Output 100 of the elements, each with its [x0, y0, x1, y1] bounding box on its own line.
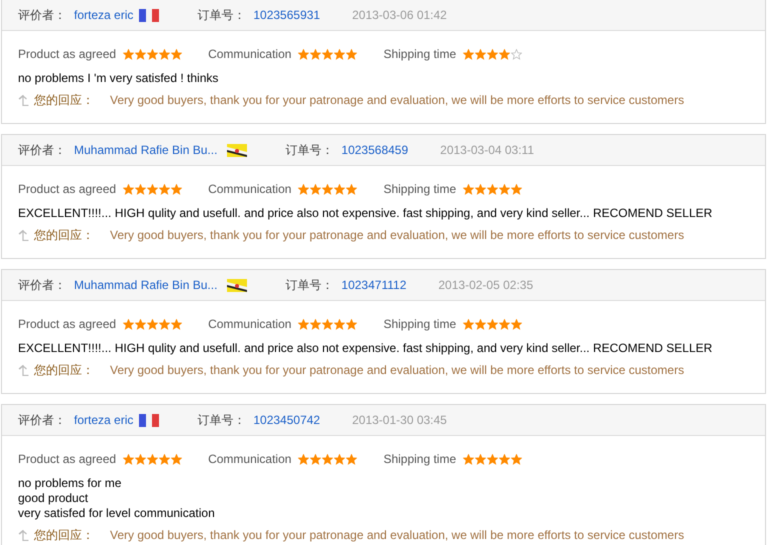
- reply-label: 您的回应：: [34, 93, 95, 108]
- star-icon: [310, 184, 322, 194]
- flag-icon: [227, 144, 248, 156]
- order-link[interactable]: 1023471112: [341, 278, 406, 292]
- review-date: 2013-03-04 03:11: [440, 143, 534, 157]
- star-icon: [463, 454, 474, 464]
- star-icon: [346, 184, 358, 194]
- order-link[interactable]: 1023450742: [253, 413, 320, 427]
- comment-text: good product: [18, 491, 90, 506]
- star-icon: [171, 318, 182, 330]
- reviewer-label: 评价者：: [18, 6, 66, 24]
- reply-text: Very good buyers, thank you for your patronage and evaluation, we will be more efforts to service customers: [110, 528, 684, 543]
- star-icon: [298, 48, 310, 60]
- star-icon: [475, 48, 486, 60]
- star-icon: [135, 454, 146, 464]
- star-icon: [346, 318, 358, 330]
- star-icon: [159, 48, 170, 60]
- order-label: 订单号：: [285, 142, 334, 158]
- reply-label: 您的回应：: [34, 228, 95, 243]
- star-icon: [171, 184, 182, 194]
- star-icon: [487, 454, 498, 464]
- star-icon: [346, 454, 358, 464]
- star-icon: [310, 48, 322, 60]
- rating-label: Communication: [208, 452, 292, 466]
- rating-label: Shipping time: [383, 47, 456, 61]
- reviewer-link[interactable]: Muhammad Rafie Bin Bu...: [74, 278, 218, 292]
- star-icon: [159, 318, 170, 330]
- reply-text: Very good buyers, thank you for your patronage and evaluation, we will be more efforts to service customers: [110, 93, 684, 108]
- reply-arrow-icon: [18, 365, 29, 376]
- reply-text: Very good buyers, thank you for your patronage and evaluation, we will be more efforts to service customers: [110, 228, 684, 243]
- star-icon: [487, 184, 498, 194]
- star-icon: [147, 48, 158, 60]
- star-icon: [499, 184, 510, 194]
- star-icon: [298, 184, 310, 194]
- review-date: 2013-02-05 02:35: [438, 278, 534, 292]
- order-label: 订单号：: [285, 276, 334, 294]
- star-icon: [322, 318, 334, 330]
- reviewer-link[interactable]: forteza eric: [74, 8, 134, 22]
- reply-arrow-icon: [18, 230, 29, 241]
- star-icon: [463, 48, 474, 60]
- review-date: 2013-01-30 03:45: [352, 413, 447, 427]
- star-icon: [511, 184, 522, 194]
- rating-label: Product as agreed: [18, 47, 116, 61]
- star-icon: [334, 318, 346, 330]
- reviewer-label: 评价者：: [18, 412, 66, 428]
- review-date: 2013-03-06 01:42: [352, 8, 447, 22]
- rating-label: Shipping time: [383, 452, 456, 466]
- star-icon: [499, 318, 510, 330]
- rating-label: Communication: [208, 47, 292, 61]
- star-icon: [135, 318, 146, 330]
- star-icon: [310, 454, 322, 464]
- star-icon: [334, 48, 346, 60]
- comment-text: no problems I 'm very satisfed ! thinks: [18, 71, 220, 86]
- star-icon: [511, 318, 522, 330]
- star-icon: [135, 184, 146, 194]
- star-icon: [487, 318, 498, 330]
- star-icon: [511, 48, 522, 60]
- star-icon: [123, 184, 134, 194]
- order-label: 订单号：: [197, 412, 246, 428]
- rating-label: Communication: [208, 182, 292, 196]
- star-icon: [487, 48, 498, 60]
- reply-label: 您的回应：: [34, 363, 95, 378]
- order-link[interactable]: 1023568459: [341, 143, 408, 157]
- comment-text: EXCELLENT!!!!... HIGH qulity and usefull. and price also not expensive. fast shipping, and very kind seller... RECOMEND SELLER: [18, 341, 714, 356]
- star-icon: [475, 318, 486, 330]
- order-link[interactable]: 1023565931: [253, 8, 320, 22]
- reviewer-link[interactable]: forteza eric: [74, 413, 134, 427]
- rating-label: Communication: [208, 317, 292, 331]
- comment-text: very satisfed for level communication: [18, 506, 216, 521]
- star-icon: [322, 184, 334, 194]
- star-icon: [346, 48, 358, 60]
- comment-text: EXCELLENT!!!!... HIGH qulity and usefull. and price also not expensive. fast shipping, and very kind seller... RECOMEND SELLER: [18, 206, 714, 221]
- star-icon: [135, 48, 146, 60]
- star-icon: [475, 184, 486, 194]
- reply-arrow-icon: [18, 95, 29, 106]
- star-icon: [322, 454, 334, 464]
- star-icon: [499, 48, 510, 60]
- star-icon: [322, 48, 334, 60]
- star-icon: [298, 318, 310, 330]
- rating-label: Product as agreed: [18, 317, 116, 331]
- reply-label: 您的回应：: [34, 528, 95, 543]
- reviewer-link[interactable]: Muhammad Rafie Bin Bu...: [74, 143, 218, 157]
- star-icon: [123, 318, 134, 330]
- star-icon: [463, 184, 474, 194]
- star-icon: [463, 318, 474, 330]
- rating-label: Product as agreed: [18, 182, 116, 196]
- flag-icon: [139, 8, 160, 22]
- star-icon: [171, 454, 182, 464]
- star-icon: [310, 318, 322, 330]
- rating-label: Product as agreed: [18, 452, 116, 466]
- star-icon: [511, 454, 522, 464]
- star-icon: [171, 48, 182, 60]
- star-icon: [147, 184, 158, 194]
- star-icon: [123, 48, 134, 60]
- comment-text: no problems for me: [18, 476, 122, 491]
- order-label: 订单号：: [197, 6, 246, 24]
- star-icon: [159, 184, 170, 194]
- star-icon: [147, 454, 158, 464]
- star-icon: [159, 454, 170, 464]
- reply-arrow-icon: [18, 530, 29, 541]
